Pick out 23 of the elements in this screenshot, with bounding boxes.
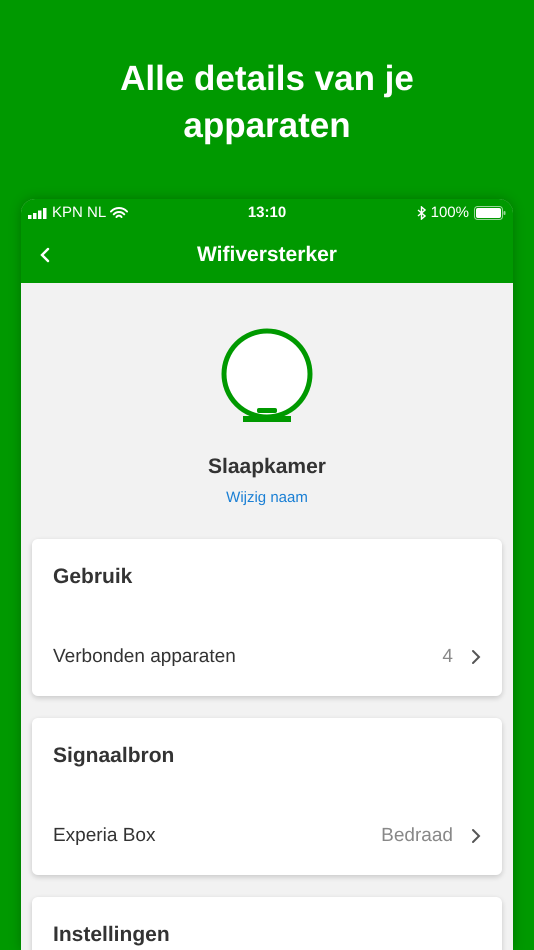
card-title: Signaalbron bbox=[53, 743, 176, 769]
chevron-right-icon bbox=[471, 648, 481, 665]
battery-percentage: 100% bbox=[430, 202, 469, 223]
headline: Alle details van je apparaten bbox=[119, 58, 415, 147]
chevron-right-icon bbox=[471, 828, 481, 844]
row-label: Verbonden apparaten bbox=[53, 644, 237, 668]
card-title: Instellingen bbox=[53, 922, 171, 948]
row-value: Bedraad bbox=[381, 824, 453, 848]
bluetooth-icon bbox=[416, 206, 426, 220]
signal-icon bbox=[28, 208, 48, 218]
row-label: Experia Box bbox=[53, 824, 156, 848]
list-row[interactable]: Experia Box Bedraad bbox=[53, 822, 481, 850]
wifi-icon bbox=[110, 206, 128, 220]
clock: 13:10 bbox=[248, 202, 286, 223]
device-name: Slaapkamer bbox=[208, 454, 326, 480]
battery-icon bbox=[474, 206, 506, 220]
screen-title: Wifiversterker bbox=[197, 242, 337, 268]
carrier-name: KPN NL bbox=[52, 202, 106, 223]
row-value: 4 bbox=[442, 644, 453, 668]
card-title: Gebruik bbox=[53, 564, 134, 590]
wifi-extender-icon bbox=[219, 328, 315, 424]
rename-link[interactable]: Wijzig naam bbox=[226, 486, 308, 509]
list-row[interactable]: Verbonden apparaten 4 bbox=[53, 642, 481, 671]
